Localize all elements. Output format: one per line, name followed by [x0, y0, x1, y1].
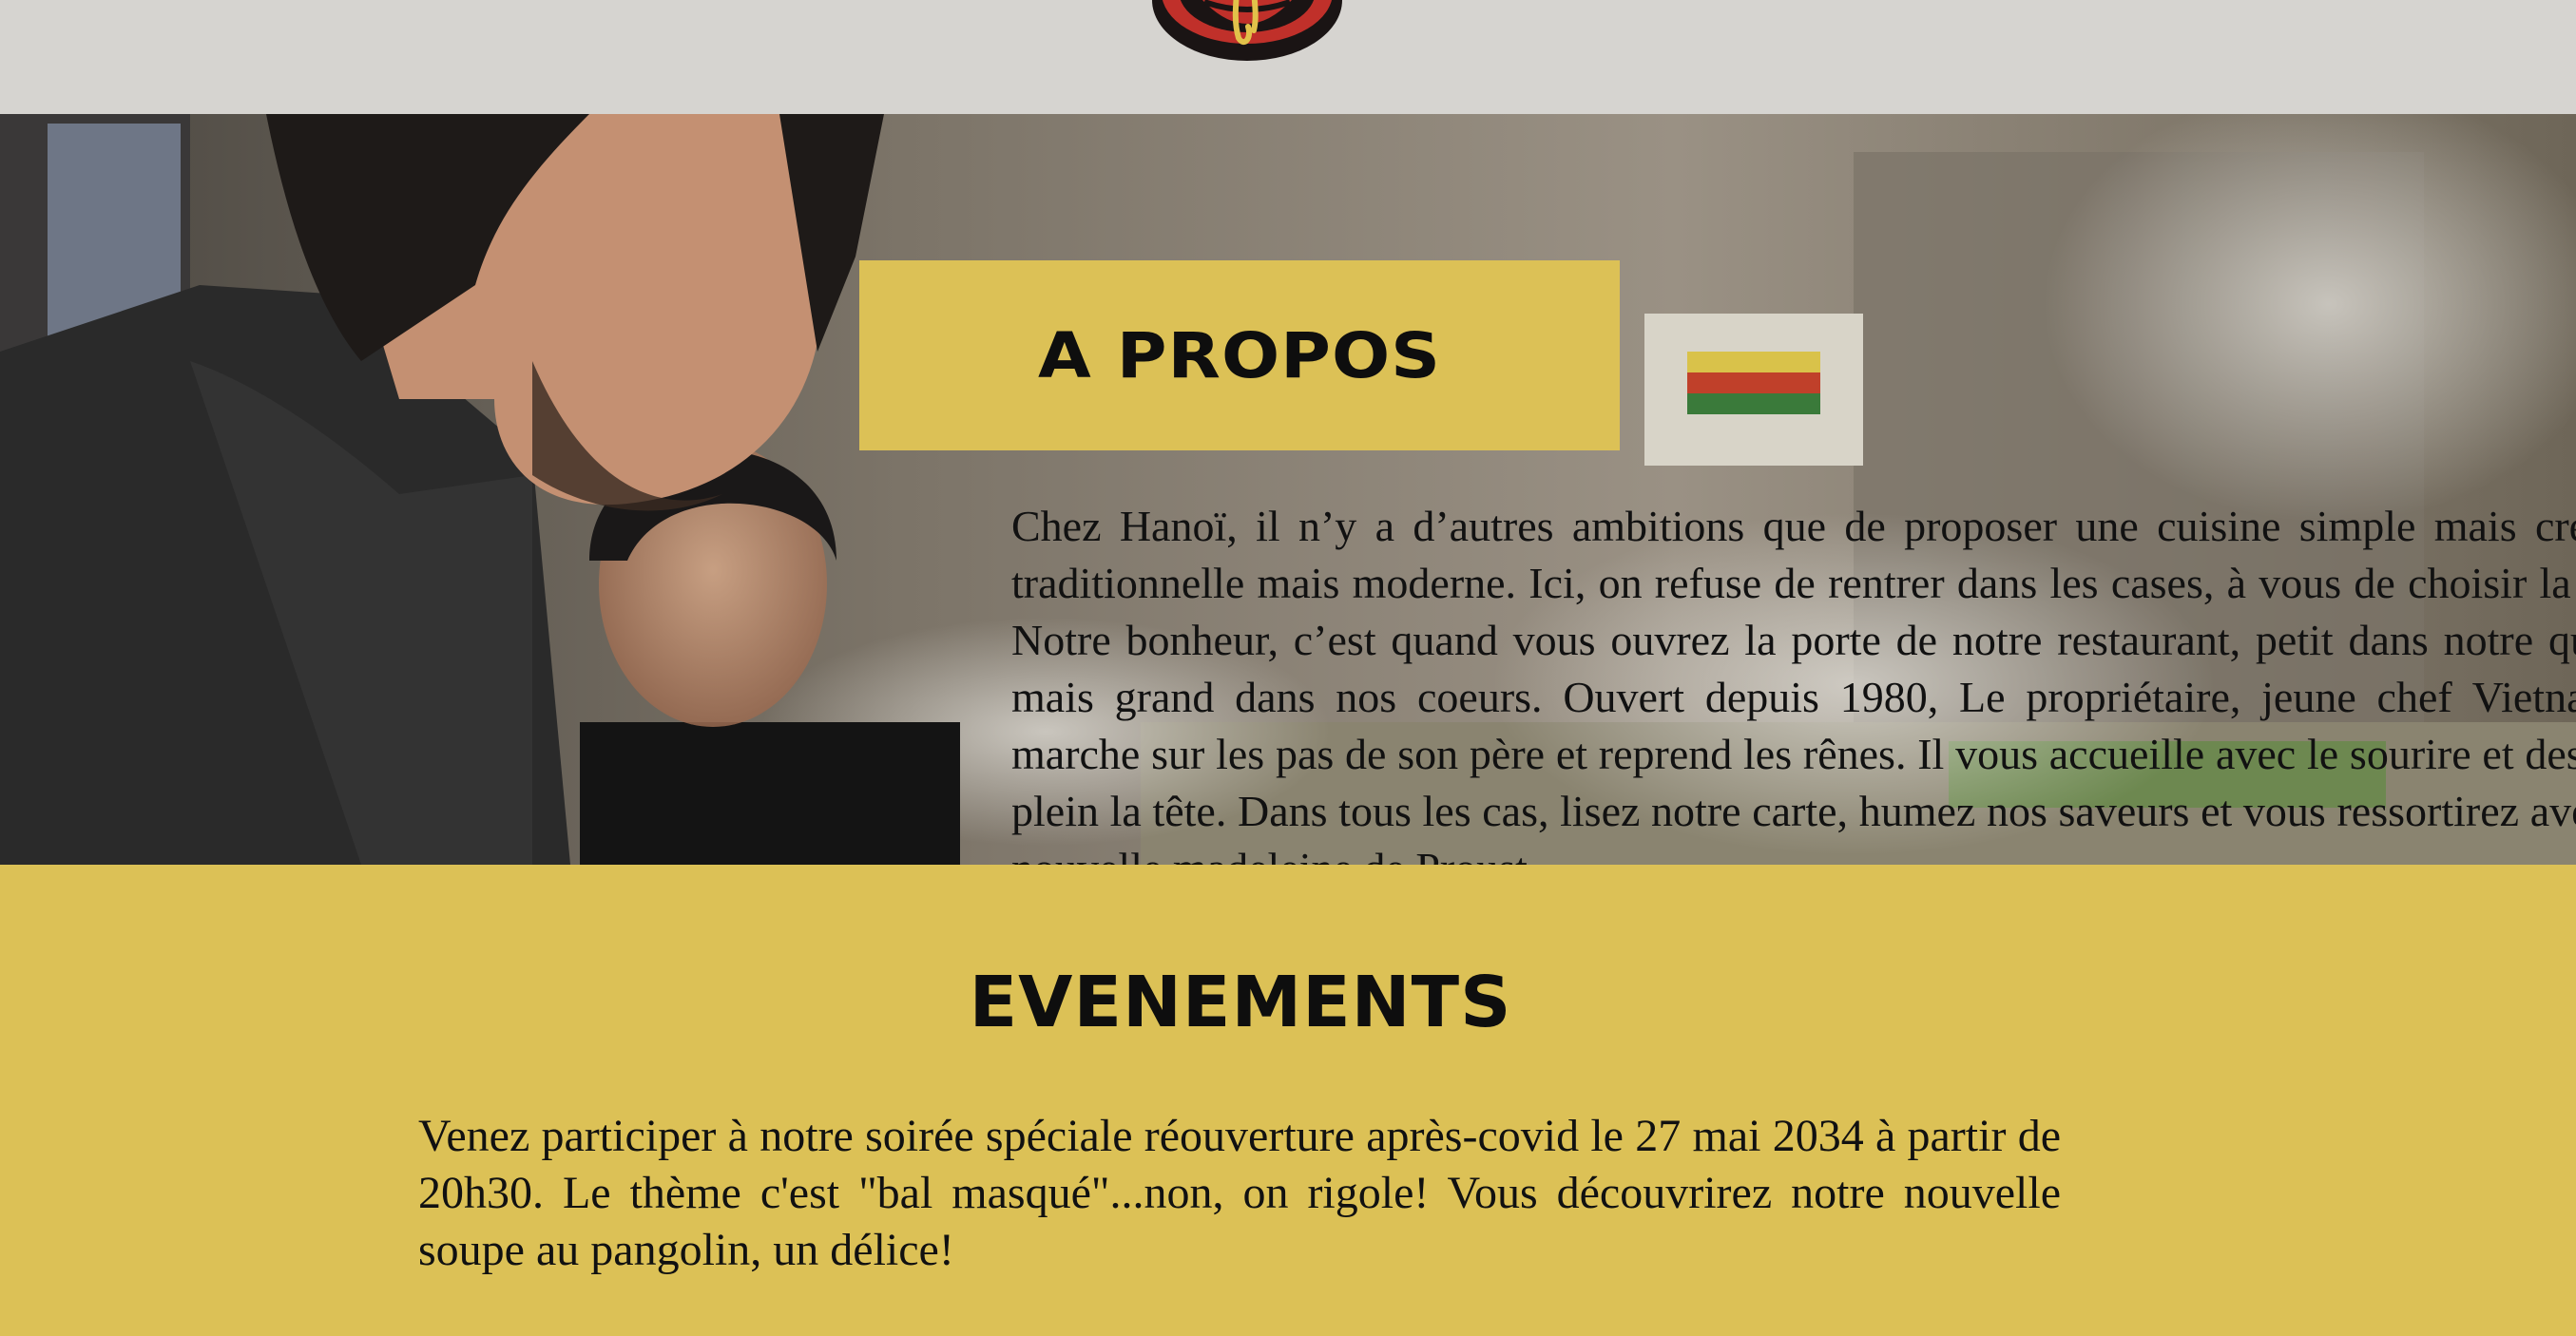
about-section: A PROPOS Chez Hanoï, il n’y a d’autres a… — [0, 114, 2576, 865]
site-header — [0, 0, 2576, 114]
events-section: EVENEMENTS Venez participer à notre soir… — [0, 865, 2576, 1336]
about-title-box: A PROPOS — [859, 260, 1620, 450]
events-title: EVENEMENTS — [969, 962, 1512, 1043]
bowl-logo-icon[interactable] — [1145, 0, 1350, 65]
about-title: A PROPOS — [1037, 318, 1442, 392]
events-text: Venez participer à notre soirée spéciale… — [418, 1111, 2061, 1275]
about-text: Chez Hanoï, il n’y a d’autres ambitions … — [1011, 502, 2576, 865]
